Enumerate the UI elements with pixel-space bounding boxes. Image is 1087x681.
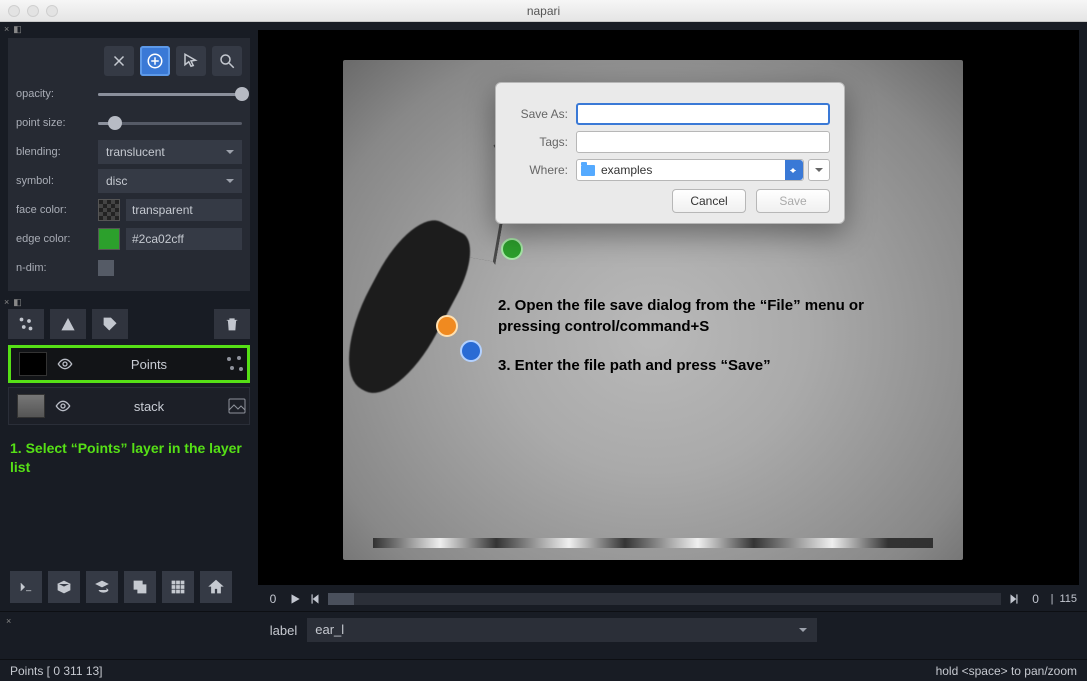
edgecolor-label: edge color: bbox=[16, 233, 98, 245]
slider-handle[interactable] bbox=[328, 593, 354, 605]
pan-zoom-button[interactable] bbox=[212, 46, 242, 76]
add-points-button[interactable] bbox=[140, 46, 170, 76]
console-button[interactable] bbox=[10, 571, 42, 603]
dock-popout-icon[interactable]: ◧ bbox=[13, 297, 22, 308]
annotation-step3: 3. Enter the file path and press “Save” bbox=[498, 355, 878, 376]
controls-dock-header: × ◧ bbox=[0, 22, 258, 36]
step-back-icon[interactable] bbox=[308, 592, 322, 606]
layer-thumbnail bbox=[19, 352, 47, 376]
tags-label: Tags: bbox=[510, 135, 568, 149]
folder-icon bbox=[581, 165, 595, 176]
layer-name: Points bbox=[75, 357, 223, 372]
delete-layer-button[interactable] bbox=[214, 309, 250, 339]
delete-points-button[interactable] bbox=[104, 46, 134, 76]
slider-sep: | bbox=[1051, 593, 1054, 605]
ndim-label: n-dim: bbox=[16, 262, 98, 274]
eye-icon[interactable] bbox=[53, 398, 73, 414]
roll-dims-button[interactable] bbox=[86, 571, 118, 603]
blending-label: blending: bbox=[16, 146, 98, 158]
select-points-button[interactable] bbox=[176, 46, 206, 76]
titlebar: napari bbox=[0, 0, 1087, 22]
step-forward-icon[interactable] bbox=[1007, 592, 1021, 606]
facecolor-swatch[interactable] bbox=[98, 199, 120, 221]
status-bar: Points [ 0 311 13] hold <space> to pan/z… bbox=[0, 659, 1087, 681]
opacity-label: opacity: bbox=[16, 88, 98, 100]
updown-icon bbox=[785, 160, 803, 180]
pointsize-slider[interactable] bbox=[98, 116, 242, 130]
window-title: napari bbox=[0, 4, 1087, 18]
label-select[interactable]: ear_l bbox=[307, 618, 817, 642]
layer-item-stack[interactable]: stack bbox=[8, 387, 250, 425]
tags-input[interactable] bbox=[576, 131, 830, 153]
label-dock: × label ear_l bbox=[0, 611, 1087, 659]
status-left: Points [ 0 311 13] bbox=[10, 664, 103, 678]
new-labels-layer-button[interactable] bbox=[92, 309, 128, 339]
slider-left-value: 0 bbox=[264, 592, 282, 606]
cancel-button[interactable]: Cancel bbox=[672, 189, 746, 213]
grid-button[interactable] bbox=[162, 571, 194, 603]
saveas-input[interactable] bbox=[576, 103, 830, 125]
status-right: hold <space> to pan/zoom bbox=[936, 664, 1077, 678]
viewer-canvas[interactable]: 2. Open the file save dialog from the “F… bbox=[258, 30, 1079, 585]
dock-close-icon[interactable]: × bbox=[4, 297, 9, 307]
layer-name: stack bbox=[73, 399, 225, 414]
layerlist-dock-header: × ◧ bbox=[0, 295, 258, 309]
where-select[interactable]: examples bbox=[576, 159, 804, 181]
dims-slider: 0 0 | 115 bbox=[258, 585, 1087, 611]
home-button[interactable] bbox=[200, 571, 232, 603]
dock-popout-icon[interactable]: ◧ bbox=[13, 24, 22, 35]
canvas-panel: 2. Open the file save dialog from the “F… bbox=[258, 22, 1087, 611]
ndisplay-2d-button[interactable] bbox=[48, 571, 80, 603]
label-label: label bbox=[270, 623, 297, 638]
layer-item-points[interactable]: Points bbox=[8, 345, 250, 383]
layer-controls: opacity: point size: blending: transluce… bbox=[8, 38, 250, 291]
expand-dialog-button[interactable] bbox=[808, 159, 830, 181]
slider-right-value: 0 bbox=[1027, 592, 1045, 606]
symbol-label: symbol: bbox=[16, 175, 98, 187]
symbol-select[interactable]: disc bbox=[98, 169, 242, 193]
new-shapes-layer-button[interactable] bbox=[50, 309, 86, 339]
play-icon[interactable] bbox=[288, 592, 302, 606]
slider-total: 115 bbox=[1059, 593, 1077, 605]
new-points-layer-button[interactable] bbox=[8, 309, 44, 339]
point-marker-green[interactable] bbox=[501, 238, 523, 260]
facecolor-label: face color: bbox=[16, 204, 98, 216]
edgecolor-swatch[interactable] bbox=[98, 228, 120, 250]
annotation-step2: 2. Open the file save dialog from the “F… bbox=[498, 295, 878, 337]
slider-track[interactable] bbox=[328, 593, 1001, 605]
save-button[interactable]: Save bbox=[756, 189, 830, 213]
eye-icon[interactable] bbox=[55, 356, 75, 372]
dock-close-icon[interactable]: × bbox=[6, 616, 11, 626]
layer-thumbnail bbox=[17, 394, 45, 418]
blending-select[interactable]: translucent bbox=[98, 140, 242, 164]
facecolor-value[interactable]: transparent bbox=[126, 199, 242, 221]
edgecolor-value[interactable]: #2ca02cff bbox=[126, 228, 242, 250]
where-label: Where: bbox=[510, 163, 568, 177]
point-marker-orange[interactable] bbox=[436, 315, 458, 337]
image-type-icon bbox=[225, 394, 249, 418]
point-marker-blue[interactable] bbox=[460, 340, 482, 362]
save-dialog: Save As: Tags: Where: examples bbox=[495, 82, 845, 224]
transpose-dims-button[interactable] bbox=[124, 571, 156, 603]
where-value: examples bbox=[601, 163, 652, 177]
points-type-icon bbox=[223, 352, 247, 376]
annotation-step1: 1. Select “Points” layer in the layer li… bbox=[10, 439, 248, 477]
opacity-slider[interactable] bbox=[98, 87, 242, 101]
dock-close-icon[interactable]: × bbox=[4, 24, 9, 34]
left-panel: × ◧ bbox=[0, 22, 258, 611]
saveas-label: Save As: bbox=[510, 107, 568, 121]
pointsize-label: point size: bbox=[16, 117, 98, 129]
ndim-checkbox[interactable] bbox=[98, 260, 114, 276]
